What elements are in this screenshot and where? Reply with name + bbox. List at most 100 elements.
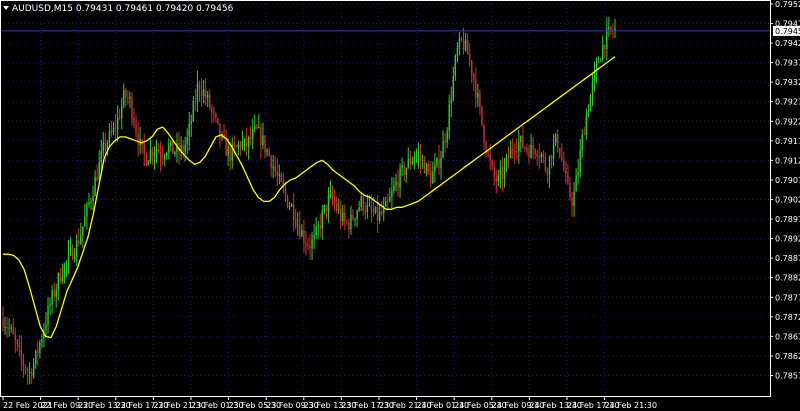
candle-body (573, 191, 575, 206)
candle-body (18, 344, 21, 348)
candle-body (118, 117, 121, 119)
candle-body (114, 127, 117, 130)
candle-body (22, 358, 25, 367)
candle-body (215, 112, 217, 119)
candle-body (229, 146, 231, 161)
candle-body (129, 96, 131, 99)
candle-body (284, 187, 287, 196)
candle-body (464, 40, 467, 51)
candle-body (125, 90, 127, 98)
symbol-info-text: AUDUSD,M15 0.79431 0.79461 0.79420 0.794… (12, 4, 234, 14)
candle-body (501, 170, 504, 179)
candle-body (563, 160, 565, 171)
candle-body (182, 145, 184, 152)
candle-body (403, 165, 405, 176)
candle-body (493, 166, 495, 178)
candle-body (20, 347, 23, 359)
candle-body (270, 156, 272, 169)
candle-body (503, 165, 506, 179)
candle-body (597, 61, 600, 63)
candle-body (247, 136, 250, 148)
candle-body (368, 204, 371, 206)
candle-body (305, 242, 307, 245)
candle-body (444, 141, 446, 143)
candle-body (475, 79, 477, 98)
y-tick-label: 0.79075 (775, 176, 800, 185)
candle-body (133, 118, 135, 125)
candle-body (421, 159, 424, 161)
candle-body (548, 155, 551, 175)
candle-body (211, 107, 213, 112)
y-tick-label: 0.79375 (775, 59, 800, 68)
candle-body (333, 200, 336, 204)
candle-body (96, 176, 98, 181)
candle-body (317, 225, 319, 227)
candle-body (26, 370, 29, 373)
candle-body (348, 222, 350, 230)
candle-body (45, 324, 47, 331)
symbol-info: AUDUSD,M15 0.79431 0.79461 0.79420 0.794… (3, 4, 234, 14)
candle-body (442, 141, 444, 158)
candle-body (460, 38, 463, 40)
candle-body (100, 151, 102, 163)
candle-body (370, 204, 373, 211)
candle-body (172, 141, 174, 154)
candle-body (602, 44, 604, 60)
candle-body (272, 166, 274, 169)
candle-body (542, 153, 545, 158)
candle-body (540, 153, 543, 158)
candle-body (188, 123, 190, 137)
candle-body (233, 144, 235, 147)
candle-body (84, 216, 86, 227)
candle-body (49, 304, 51, 306)
candle-body (194, 100, 197, 102)
candle-body (30, 372, 33, 377)
candle-body (583, 134, 585, 136)
candle-body (311, 239, 313, 249)
y-tick-label: 0.78975 (775, 215, 800, 224)
candle-body (198, 83, 201, 92)
candle-body (307, 244, 309, 247)
candle-body (446, 130, 448, 143)
candle-body (186, 136, 188, 145)
candle-body (329, 191, 332, 196)
candle-body (288, 206, 291, 208)
candle-body (315, 226, 317, 236)
candle-body (67, 252, 70, 263)
y-tick-label: 0.78825 (775, 274, 800, 283)
candle-body (483, 124, 485, 143)
candle-body (149, 149, 152, 162)
candle-body (260, 127, 262, 146)
candle-body (419, 155, 422, 161)
candle-body (380, 211, 383, 214)
candle-body (438, 158, 440, 169)
candle-body (131, 96, 133, 119)
candle-body (487, 153, 489, 155)
candle-body (313, 235, 315, 240)
x-tick-label: 24 Feb 21:30 (605, 401, 657, 410)
candle-body (344, 212, 346, 222)
candle-body (532, 144, 534, 150)
y-tick-label: 0.79275 (775, 98, 800, 107)
candle-body (258, 127, 260, 129)
candle-body (411, 160, 414, 165)
candle-body (536, 153, 538, 157)
candle-body (518, 141, 520, 152)
candle-body (577, 172, 579, 176)
candle-body (546, 170, 549, 175)
y-tick-label: 0.79325 (775, 78, 800, 87)
candle-body (376, 206, 379, 221)
candle-body (88, 202, 90, 205)
candle-body (522, 136, 524, 148)
candle-body (337, 209, 340, 211)
candle-body (352, 214, 354, 220)
candle-body (399, 167, 401, 188)
candle-body (123, 90, 125, 106)
y-tick-label: 0.78775 (775, 293, 800, 302)
candle-body (213, 111, 215, 113)
y-tick-label: 0.78875 (775, 254, 800, 263)
candle-body (397, 181, 399, 188)
candle-body (335, 203, 338, 211)
candle-body (440, 157, 442, 169)
candle-body (243, 138, 246, 143)
